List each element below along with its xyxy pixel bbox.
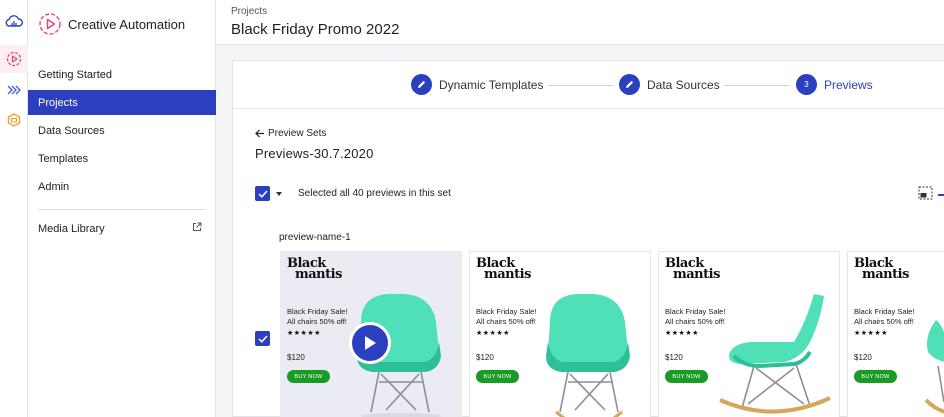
pencil-icon (418, 80, 426, 88)
nav-item-templates[interactable]: Templates (28, 146, 216, 171)
app-rail (0, 0, 28, 417)
back-to-preview-sets-link[interactable]: Preview Sets (255, 128, 326, 139)
page-header: Projects Black Friday Promo 2022 (216, 0, 944, 45)
arrow-left-icon (255, 129, 264, 138)
selection-status: Selected all 40 previews in this set (298, 188, 451, 199)
flow-icon[interactable] (4, 80, 24, 100)
select-dropdown-caret-icon[interactable] (276, 191, 282, 196)
promo-text: Black Friday Sale! All chairs 50% off! (287, 307, 347, 326)
nav-item-getting-started[interactable]: Getting Started (28, 62, 216, 87)
buy-now-button: BUY NOW (476, 370, 519, 383)
step-label: Dynamic Templates (439, 77, 544, 92)
buy-now-button: BUY NOW (665, 370, 708, 383)
nav-divider (38, 209, 206, 210)
external-link-icon (193, 222, 202, 231)
price: $120 (476, 353, 494, 362)
promo-text: Black Friday Sale! All chairs 50% off! (476, 307, 536, 326)
nav-item-label: Admin (38, 180, 70, 193)
promo-line: Black Friday Sale! (476, 307, 537, 316)
price: $120 (665, 353, 683, 362)
brand-logo: Black mantis (287, 257, 342, 282)
logo-line: mantis (295, 267, 342, 282)
step-connector (548, 85, 613, 86)
preview-tile[interactable]: Black mantis Black Friday Sale! All chairs… (469, 251, 651, 417)
nav-item-data-sources[interactable]: Data Sources (28, 118, 216, 143)
brand-logo: Black mantis (665, 257, 720, 282)
breadcrumb[interactable]: Projects (231, 6, 267, 17)
rating-stars: ★★★★★ (476, 330, 510, 337)
nav-item-admin[interactable]: Admin (28, 174, 216, 199)
creative-automation-logo-icon (39, 13, 61, 35)
buy-now-button: BUY NOW (287, 370, 330, 383)
nav-item-label: Getting Started (38, 68, 112, 81)
step-complete-badge (411, 74, 432, 95)
back-link-label: Preview Sets (268, 128, 327, 139)
rocking-chair-image (719, 294, 831, 414)
brand-logo: Black mantis (854, 257, 909, 282)
step-dynamic-templates[interactable]: Dynamic Templates (411, 74, 543, 95)
nav-item-label: Templates (38, 152, 89, 165)
nav-item-projects[interactable]: Projects (28, 90, 216, 115)
app-name: Creative Automation (68, 16, 186, 32)
preview-row-checkbox[interactable] (255, 331, 270, 346)
logo-line: mantis (862, 267, 909, 282)
nav-item-label: Data Sources (38, 124, 105, 137)
promo-line: Black Friday Sale! (287, 307, 348, 316)
pencil-icon (626, 80, 634, 88)
promo-line: All chairs 50% off! (854, 316, 914, 326)
select-all-checkbox[interactable] (255, 186, 270, 201)
nav-item-media-library[interactable]: Media Library (28, 216, 216, 241)
step-label: Previews (824, 77, 873, 92)
step-complete-badge (619, 74, 640, 95)
step-data-sources[interactable]: Data Sources (619, 74, 720, 95)
play-button[interactable] (349, 322, 391, 364)
step-number-badge: 3 (796, 74, 817, 95)
preview-tile[interactable]: Black mantis Black Friday Sale! All chairs… (658, 251, 840, 417)
promo-line: All chairs 50% off! (287, 316, 347, 326)
page-title: Black Friday Promo 2022 (231, 21, 400, 38)
logo-line: mantis (484, 267, 531, 282)
image-view-icon[interactable] (918, 186, 933, 200)
check-icon (257, 189, 268, 198)
preview-set-title: Previews-30.7.2020 (255, 146, 374, 161)
preview-tile[interactable]: Black mantis Black Friday Sale! All chairs… (280, 251, 462, 417)
creative-automation-icon[interactable] (0, 45, 28, 73)
chair-image (924, 320, 944, 414)
previews-card: Dynamic Templates Data Sources 3 Preview… (232, 60, 944, 417)
price: $120 (854, 353, 872, 362)
rating-stars: ★★★★★ (287, 330, 321, 337)
sidebar: Creative Automation Getting Started Proj… (28, 0, 216, 417)
rating-stars: ★★★★★ (854, 330, 888, 337)
package-icon[interactable] (4, 110, 24, 130)
select-all-row: Selected all 40 previews in this set (255, 186, 451, 201)
step-connector (724, 85, 789, 86)
nav-item-label: Media Library (38, 222, 105, 235)
cloud-icon[interactable] (4, 11, 24, 31)
buy-now-button: BUY NOW (854, 370, 897, 383)
promo-line: Black Friday Sale! (854, 307, 915, 316)
preview-row-name: preview-name-1 (279, 232, 351, 243)
logo-line: mantis (673, 267, 720, 282)
price: $120 (287, 353, 305, 362)
stepper: Dynamic Templates Data Sources 3 Preview… (233, 61, 944, 109)
check-icon (257, 334, 268, 343)
brand-logo: Black mantis (476, 257, 531, 282)
nav-item-label: Projects (38, 96, 78, 109)
preview-tile[interactable]: Black mantis Black Friday Sale! All chairs… (847, 251, 944, 417)
play-icon (365, 336, 376, 350)
promo-line: All chairs 50% off! (476, 316, 536, 326)
step-label: Data Sources (647, 77, 720, 92)
rating-stars: ★★★★★ (665, 330, 699, 337)
promo-text: Black Friday Sale! All chairs 50% off! (854, 307, 914, 326)
toolbar-overflow-indicator (938, 194, 944, 196)
brand[interactable]: Creative Automation (38, 12, 185, 36)
chair-image (546, 293, 630, 417)
step-previews[interactable]: 3 Previews (796, 74, 873, 95)
